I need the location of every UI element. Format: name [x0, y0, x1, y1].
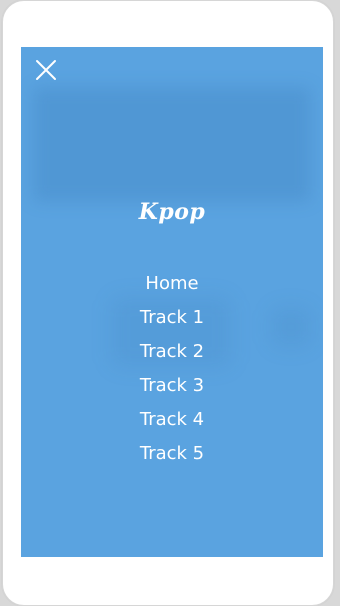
menu-item-track-4[interactable]: Track 4 [21, 403, 323, 437]
track-menu: Home Track 1 Track 2 Track 3 Track 4 Tra… [21, 267, 323, 471]
device-frame: Kpop Home Track 1 Track 2 Track 3 Track … [2, 0, 334, 606]
app-title: Kpop [138, 199, 206, 225]
close-icon [33, 57, 59, 83]
close-button[interactable] [33, 57, 59, 83]
menu-item-home[interactable]: Home [21, 267, 323, 301]
menu-item-track-2[interactable]: Track 2 [21, 335, 323, 369]
menu-item-track-3[interactable]: Track 3 [21, 369, 323, 403]
menu-item-track-5[interactable]: Track 5 [21, 437, 323, 471]
menu-overlay: Kpop Home Track 1 Track 2 Track 3 Track … [21, 47, 323, 557]
background-blur-band [33, 87, 311, 202]
menu-item-track-1[interactable]: Track 1 [21, 301, 323, 335]
